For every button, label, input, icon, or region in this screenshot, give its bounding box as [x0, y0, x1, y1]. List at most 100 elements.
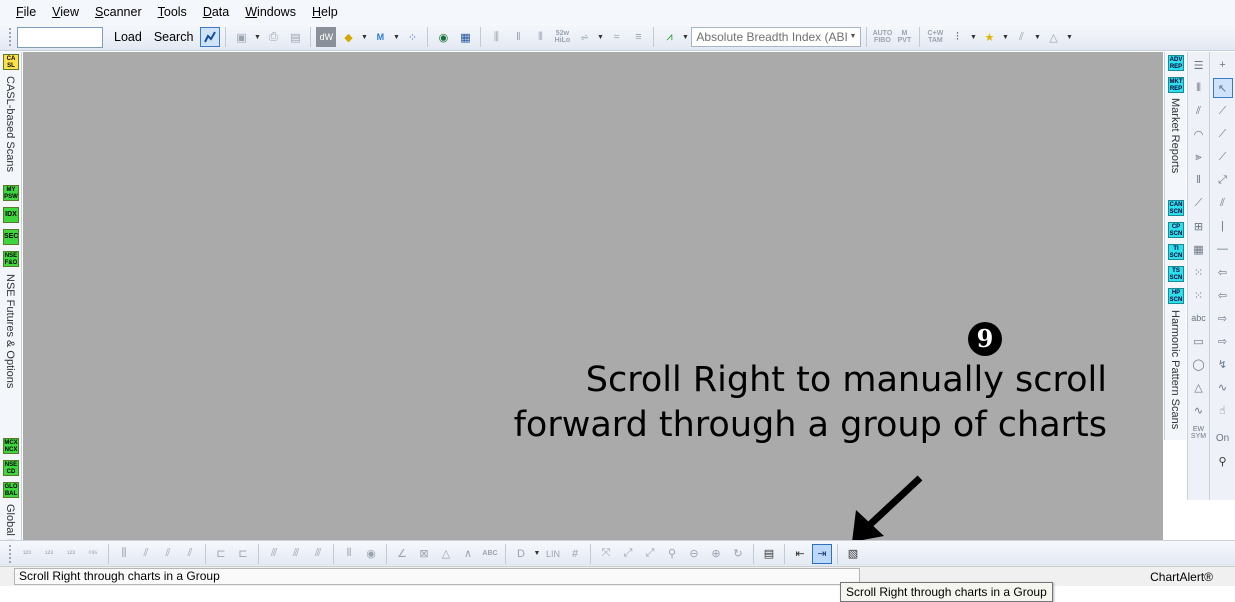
rectangle-icon[interactable]: ▭: [1189, 331, 1209, 351]
slash-3-icon[interactable]: ⫻: [308, 544, 328, 564]
vertical-bars-icon[interactable]: ⦀: [339, 544, 359, 564]
count-2-icon[interactable]: ¹²³: [39, 544, 59, 564]
bar-pattern-3-icon[interactable]: ⫽: [158, 544, 178, 564]
triangle-shape-icon[interactable]: △: [1189, 377, 1209, 397]
horizontal-segment-icon[interactable]: —: [1213, 239, 1233, 259]
menu-windows[interactable]: Windows: [237, 0, 304, 24]
star-dropdown-arrow[interactable]: ▼: [1001, 34, 1009, 41]
triangle-icon[interactable]: △: [1043, 27, 1063, 47]
casl-badge[interactable]: CA SL: [3, 54, 19, 70]
global-badge[interactable]: GLO BAL: [3, 482, 19, 498]
hand-icon[interactable]: ☝: [1213, 400, 1233, 420]
menu-view[interactable]: View: [44, 0, 87, 24]
vertical-lines-icon[interactable]: ⦀: [1189, 78, 1209, 98]
person-icon[interactable]: ⚲: [1213, 451, 1233, 471]
tam-icon[interactable]: C+W TAM: [925, 27, 945, 47]
fib-retracement-icon[interactable]: ⫸: [1189, 147, 1209, 167]
gann-fan-icon[interactable]: ⟋: [1189, 193, 1209, 213]
d-shape-dropdown-arrow[interactable]: ▼: [533, 550, 541, 557]
casl-scans-label[interactable]: CASL-based Scans: [4, 76, 16, 172]
pointer-icon[interactable]: ↖: [1212, 78, 1233, 98]
grid-pattern-icon[interactable]: ⊞: [1189, 216, 1209, 236]
auto-fibo-icon[interactable]: AUTO FIBO: [872, 27, 893, 47]
trendline-sl-icon[interactable]: ⟋: [1213, 124, 1233, 144]
indicator-select[interactable]: Absolute Breadth Index (ABI ▼: [691, 27, 862, 47]
group-info-icon[interactable]: ▤: [759, 544, 779, 564]
bar-pattern-4-icon[interactable]: ⫽: [180, 544, 200, 564]
save-icon[interactable]: ▣: [231, 27, 251, 47]
pivot-icon[interactable]: M PVT: [894, 27, 914, 47]
global-label[interactable]: Global I: [4, 504, 16, 542]
arc-icon[interactable]: ◠: [1189, 124, 1209, 144]
fan-dropdown-arrow[interactable]: ▼: [1033, 34, 1041, 41]
print-preview-icon[interactable]: ▤: [285, 27, 305, 47]
wave-icon[interactable]: ∿: [1189, 400, 1209, 420]
d-shape-icon[interactable]: D: [511, 544, 531, 564]
channel-sl-icon[interactable]: ⫽: [1213, 193, 1233, 213]
moving-average-dropdown-arrow[interactable]: ▼: [392, 34, 400, 41]
menu-data[interactable]: Data: [195, 0, 237, 24]
grid-icon[interactable]: #: [565, 544, 585, 564]
group-settings-icon[interactable]: ▧: [843, 544, 863, 564]
text-abc-icon[interactable]: abc: [1189, 308, 1209, 328]
chart-search-icon[interactable]: [200, 27, 221, 47]
symbol-input[interactable]: [17, 26, 103, 48]
slash-2-icon[interactable]: ⫻: [286, 544, 306, 564]
idx-badge[interactable]: IDX: [3, 207, 19, 223]
time-zones-icon[interactable]: ‖: [1189, 170, 1209, 190]
mypsw-badge[interactable]: MY PSW: [3, 185, 19, 201]
mcx-badge[interactable]: MCX NCX: [3, 438, 19, 454]
elliott-wave-icon[interactable]: EW SYM: [1189, 423, 1209, 443]
count-icon[interactable]: ¹²³: [17, 544, 37, 564]
search-button[interactable]: Search: [149, 27, 199, 48]
level-icon[interactable]: ⊏: [211, 544, 231, 564]
adv-rep-badge[interactable]: ADV REP: [1168, 55, 1184, 71]
count-3-icon[interactable]: ¹²³: [61, 544, 81, 564]
pattern-icon[interactable]: ⩫: [574, 27, 594, 47]
load-button[interactable]: Load: [109, 27, 147, 48]
bar-pattern-icon[interactable]: ⫼: [114, 544, 134, 564]
harmonic-pattern-scans-label[interactable]: Harmonic Pattern Scans: [1169, 310, 1181, 429]
zoom-icon[interactable]: ⚲: [662, 544, 682, 564]
arrow-left-icon[interactable]: ⇦: [1213, 262, 1233, 282]
dots-grid-2-icon[interactable]: ⁙: [1189, 285, 1209, 305]
zoom-out-icon[interactable]: ⊖: [684, 544, 704, 564]
toggle-on-button[interactable]: On: [1213, 428, 1233, 448]
candle-icon[interactable]: ⫶: [947, 27, 967, 47]
can-scn-badge[interactable]: CAN SCN: [1168, 200, 1184, 216]
abc-pattern-icon[interactable]: ABC: [480, 544, 500, 564]
ts-scn-badge[interactable]: TS SCN: [1168, 266, 1184, 282]
circle-dot-icon[interactable]: ◉: [361, 544, 381, 564]
volume-icon[interactable]: ⫼: [486, 27, 506, 47]
save-dropdown-arrow[interactable]: ▼: [253, 34, 261, 41]
angle-icon[interactable]: ∠: [392, 544, 412, 564]
lines-icon[interactable]: ≡: [628, 27, 648, 47]
horizontal-lines-icon[interactable]: ☰: [1189, 55, 1209, 75]
toolbar-grip[interactable]: [9, 28, 12, 46]
fan-icon[interactable]: ⫽: [1011, 27, 1031, 47]
crosshair-icon[interactable]: +: [1213, 55, 1233, 75]
level-2-icon[interactable]: ⊏: [233, 544, 253, 564]
arrow-right-2-icon[interactable]: ⇨: [1213, 331, 1233, 351]
sec-badge[interactable]: SEC: [3, 229, 19, 245]
arrow-left-2-icon[interactable]: ⇦: [1213, 285, 1233, 305]
indicator-dropdown-arrow[interactable]: ▼: [681, 34, 689, 41]
toolbar-grip[interactable]: [9, 544, 12, 563]
scroll-left-icon[interactable]: ⇤: [790, 544, 810, 564]
market-reports-label[interactable]: Market Reports: [1169, 98, 1181, 173]
scroll-right-icon[interactable]: ⇥: [812, 543, 832, 564]
draw-icon[interactable]: dW: [316, 27, 337, 47]
hp-scn-badge[interactable]: HP SCN: [1168, 288, 1184, 304]
box-grid-icon[interactable]: ▦: [1189, 239, 1209, 259]
window-layout-icon[interactable]: ▦: [455, 27, 475, 47]
candle-dropdown-arrow[interactable]: ▼: [969, 34, 977, 41]
fit-icon[interactable]: ⤧: [596, 544, 616, 564]
zoom-in-icon[interactable]: ⊕: [706, 544, 726, 564]
nsefo-badge[interactable]: NSE F&O: [3, 251, 19, 267]
star-icon[interactable]: ★: [979, 27, 999, 47]
wave-shape-icon[interactable]: ∿: [1213, 377, 1233, 397]
arrow-curve-icon[interactable]: ↯: [1213, 354, 1233, 374]
linear-scale-button[interactable]: LIN: [543, 544, 563, 564]
indicator-icon[interactable]: ⩘: [659, 27, 679, 47]
menu-file[interactable]: File: [8, 0, 44, 24]
